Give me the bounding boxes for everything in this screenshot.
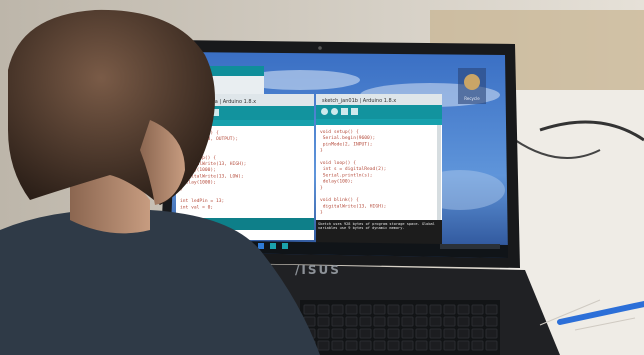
code-line: void setup() { bbox=[320, 129, 359, 135]
code-line: } bbox=[320, 210, 323, 216]
code-line: } bbox=[320, 185, 323, 191]
keyboard-key bbox=[387, 316, 400, 327]
upload-button[interactable] bbox=[331, 108, 338, 115]
verify-button[interactable] bbox=[321, 108, 328, 115]
keyboard-key bbox=[373, 340, 386, 351]
system-tray bbox=[440, 244, 500, 249]
keyboard-key bbox=[471, 304, 484, 315]
keyboard-key bbox=[485, 340, 498, 351]
editor-right-scrollbar[interactable] bbox=[437, 125, 441, 220]
keyboard-key bbox=[317, 316, 330, 327]
code-line: void loop() { bbox=[320, 160, 356, 166]
keyboard-key bbox=[387, 340, 400, 351]
keyboard-key bbox=[429, 328, 442, 339]
keyboard-key bbox=[401, 340, 414, 351]
new-button[interactable] bbox=[341, 108, 348, 115]
open-button[interactable] bbox=[351, 108, 358, 115]
keyboard-key bbox=[331, 316, 344, 327]
keyboard-key bbox=[401, 316, 414, 327]
keyboard-key bbox=[471, 340, 484, 351]
code-line: Serial.println(s); bbox=[320, 172, 373, 178]
keyboard-key bbox=[359, 304, 372, 315]
keyboard-key bbox=[331, 304, 344, 315]
photo-svg: sketch_jan01a | Arduino 1.8.x void setup… bbox=[0, 0, 644, 355]
editor-right-tab[interactable] bbox=[316, 119, 442, 125]
keyboard-key bbox=[373, 316, 386, 327]
keyboard-key bbox=[415, 316, 428, 327]
keyboard-key bbox=[317, 340, 330, 351]
keyboard-key bbox=[415, 304, 428, 315]
photo-scene: sketch_jan01a | Arduino 1.8.x void setup… bbox=[0, 0, 644, 355]
keyboard-key bbox=[387, 328, 400, 339]
keyboard-key bbox=[443, 316, 456, 327]
keyboard-key bbox=[429, 304, 442, 315]
keyboard-key bbox=[359, 340, 372, 351]
keyboard bbox=[300, 300, 500, 355]
editor-right-title: sketch_jan01b | Arduino 1.8.x bbox=[322, 98, 396, 104]
code-line: pinMode(2, INPUT); bbox=[320, 141, 373, 147]
keyboard-key bbox=[457, 340, 470, 351]
keyboard-key bbox=[373, 304, 386, 315]
app-icon bbox=[464, 74, 480, 90]
keyboard-key bbox=[429, 316, 442, 327]
keyboard-key bbox=[345, 328, 358, 339]
keyboard-key bbox=[317, 304, 330, 315]
keyboard-key bbox=[387, 304, 400, 315]
keyboard-key bbox=[345, 316, 358, 327]
desktop-icon-label: Recycle bbox=[464, 96, 480, 101]
keyboard-key bbox=[401, 304, 414, 315]
keyboard-key bbox=[331, 328, 344, 339]
keyboard-key bbox=[485, 328, 498, 339]
keyboard-key bbox=[401, 328, 414, 339]
code-line: int s = digitalRead(2); bbox=[320, 166, 386, 172]
keyboard-key bbox=[373, 328, 386, 339]
keyboard-key bbox=[485, 316, 498, 327]
editor-right-console-text: Sketch uses 928 bytes of program storage… bbox=[318, 222, 435, 231]
keyboard-key bbox=[415, 328, 428, 339]
code-line bbox=[320, 192, 323, 197]
keyboard-key bbox=[345, 304, 358, 315]
keyboard-key bbox=[317, 328, 330, 339]
brand-logo: /ISUS bbox=[295, 263, 341, 277]
code-line: } bbox=[320, 148, 323, 154]
code-line bbox=[180, 193, 183, 198]
editor-right: sketch_jan01b | Arduino 1.8.x void setup… bbox=[316, 94, 442, 246]
keyboard-key bbox=[443, 328, 456, 339]
arduino-icon[interactable] bbox=[282, 243, 288, 249]
keyboard-key bbox=[359, 316, 372, 327]
keyboard-key bbox=[303, 304, 316, 315]
keyboard-key bbox=[359, 328, 372, 339]
keyboard-key bbox=[471, 316, 484, 327]
keyboard-key bbox=[443, 340, 456, 351]
keyboard-key bbox=[415, 340, 428, 351]
desktop-icon[interactable]: Recycle bbox=[458, 68, 486, 104]
keyboard-key bbox=[457, 328, 470, 339]
code-line: Serial.begin(9600); bbox=[320, 135, 375, 141]
keyboard-key bbox=[443, 304, 456, 315]
keyboard-key bbox=[457, 304, 470, 315]
code-line: delay(100); bbox=[320, 179, 353, 185]
keyboard-key bbox=[471, 328, 484, 339]
keyboard-key bbox=[457, 316, 470, 327]
keyboard-key bbox=[429, 340, 442, 351]
code-line: int ledPin = 13; bbox=[180, 198, 224, 204]
webcam-icon bbox=[318, 46, 322, 50]
keyboard-key bbox=[345, 340, 358, 351]
browser-icon[interactable] bbox=[258, 243, 264, 249]
code-line: digitalWrite(13, HIGH); bbox=[320, 203, 386, 209]
keyboard-key bbox=[331, 340, 344, 351]
keyboard-key bbox=[485, 304, 498, 315]
code-line: int val = 0; bbox=[180, 204, 213, 210]
code-line: void blink() { bbox=[320, 197, 359, 203]
arduino-icon[interactable] bbox=[270, 243, 276, 249]
code-line bbox=[320, 155, 323, 160]
